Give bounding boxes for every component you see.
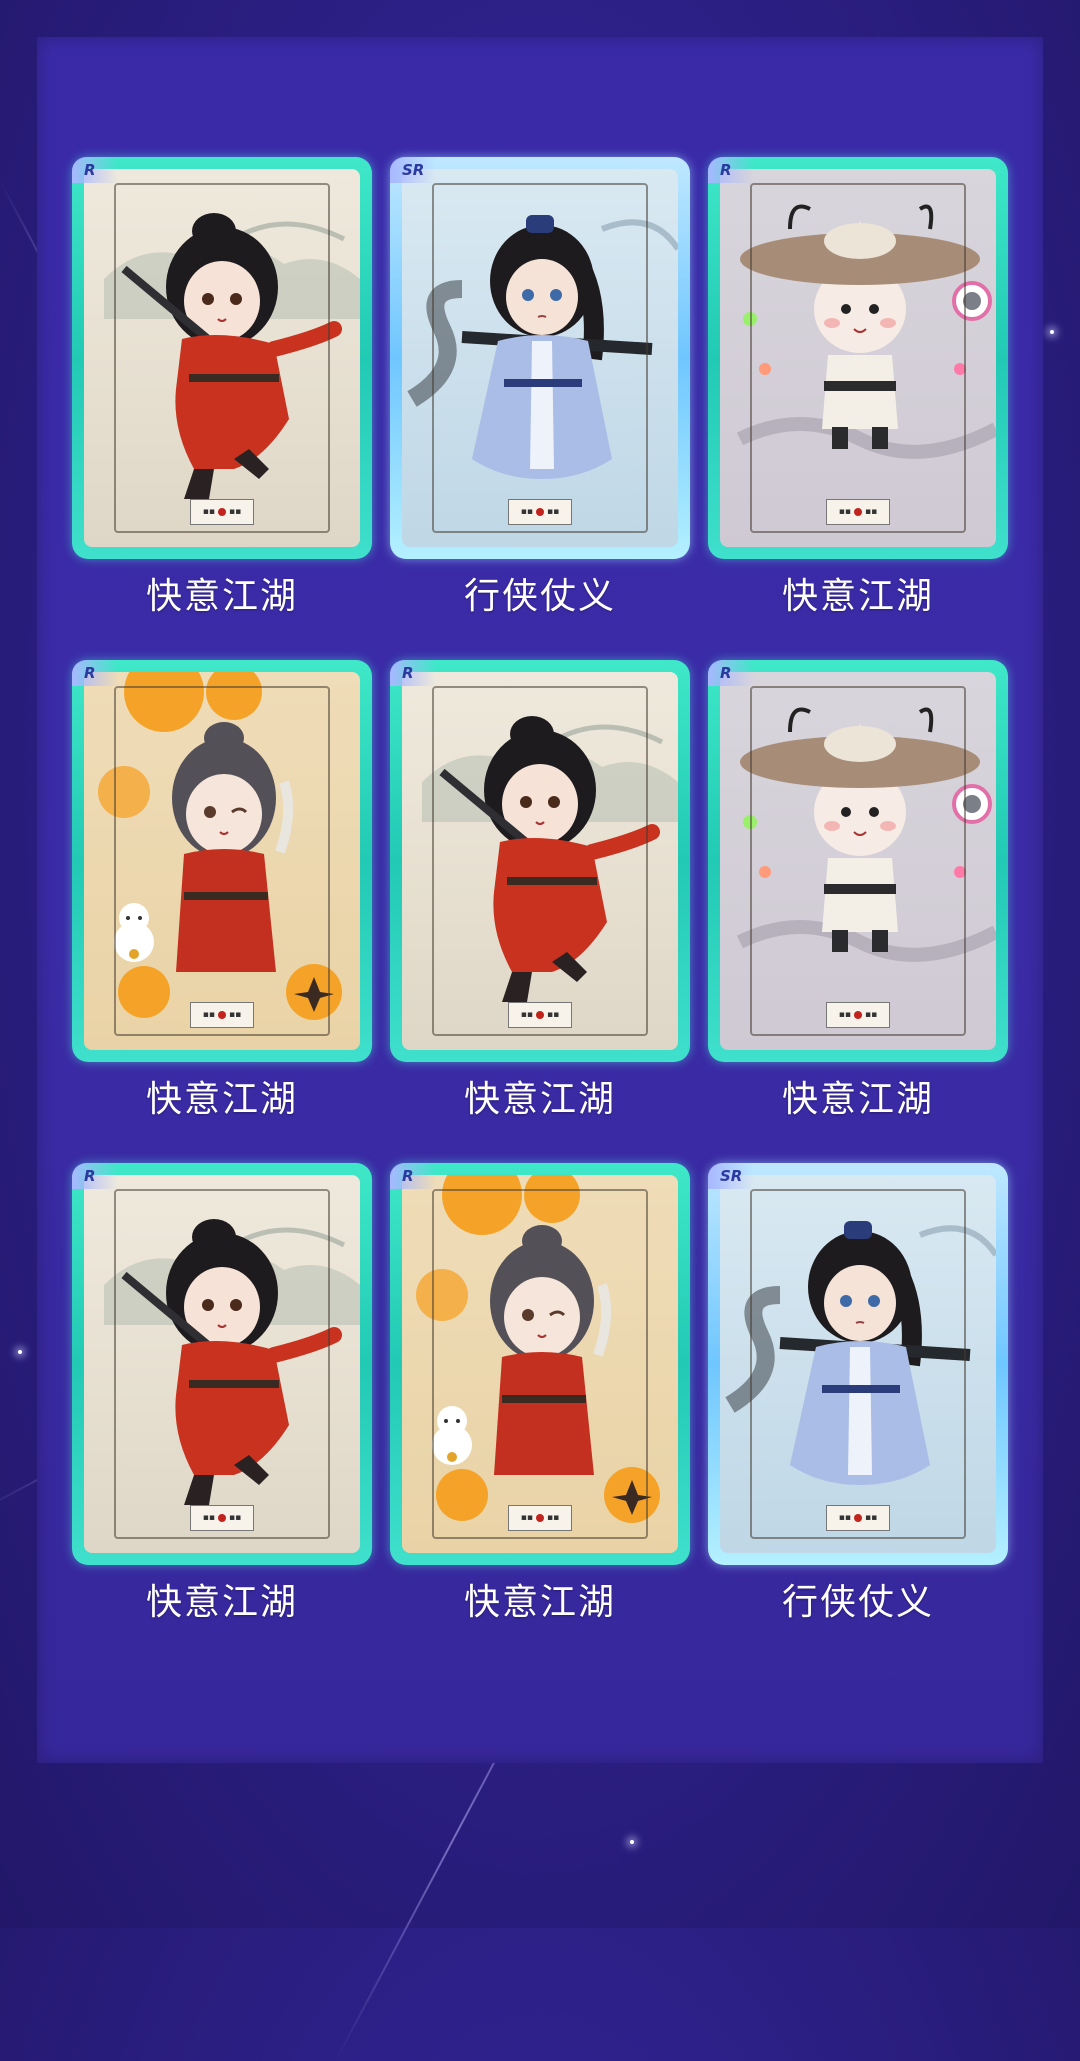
rarity-badge: R bbox=[390, 660, 436, 686]
card-title: 快意江湖 bbox=[463, 1079, 616, 1120]
card-title: 快意江湖 bbox=[463, 1582, 616, 1623]
brand-seal: ▪▪ ▪▪ bbox=[190, 1505, 254, 1531]
rarity-badge: R bbox=[708, 157, 754, 183]
card-cell: R ▪▪ ▪▪ 快意江湖 bbox=[72, 1163, 372, 1627]
footer-watermark bbox=[270, 1818, 790, 1848]
card-grid: R ▪▪ ▪▪ 快意江湖 SR ▪▪ ▪▪ 行侠仗义 R ▪▪ ▪▪ 快意江湖 … bbox=[72, 157, 1008, 1627]
card-cell: SR ▪▪ ▪▪ 行侠仗义 bbox=[708, 1163, 1008, 1627]
card-cell: R ▪▪ ▪▪ 快意江湖 bbox=[390, 1163, 690, 1627]
brand-seal: ▪▪ ▪▪ bbox=[826, 1505, 890, 1531]
card-title: 行侠仗义 bbox=[781, 1582, 934, 1623]
card-artwork: ▪▪ ▪▪ bbox=[720, 1175, 996, 1553]
card-cell: R ▪▪ ▪▪ 快意江湖 bbox=[72, 157, 372, 621]
character-card[interactable]: R ▪▪ ▪▪ bbox=[72, 660, 372, 1062]
rarity-badge: R bbox=[708, 660, 754, 686]
card-artwork: ▪▪ ▪▪ bbox=[720, 169, 996, 547]
card-artwork: ▪▪ ▪▪ bbox=[402, 169, 678, 547]
rarity-badge: SR bbox=[708, 1163, 754, 1189]
card-artwork: ▪▪ ▪▪ bbox=[720, 672, 996, 1050]
brand-seal: ▪▪ ▪▪ bbox=[826, 499, 890, 525]
card-artwork: ▪▪ ▪▪ bbox=[84, 1175, 360, 1553]
card-title: 快意江湖 bbox=[781, 1079, 934, 1120]
card-inner-frame bbox=[432, 1189, 648, 1539]
brand-seal: ▪▪ ▪▪ bbox=[508, 1002, 572, 1028]
card-inner-frame bbox=[750, 1189, 966, 1539]
card-title: 快意江湖 bbox=[145, 576, 298, 617]
character-card[interactable]: R ▪▪ ▪▪ bbox=[390, 1163, 690, 1565]
character-card[interactable]: SR ▪▪ ▪▪ bbox=[708, 1163, 1008, 1565]
card-inner-frame bbox=[750, 183, 966, 533]
card-inner-frame bbox=[114, 686, 330, 1036]
brand-seal: ▪▪ ▪▪ bbox=[826, 1002, 890, 1028]
brand-seal: ▪▪ ▪▪ bbox=[508, 499, 572, 525]
card-cell: R ▪▪ ▪▪ 快意江湖 bbox=[72, 660, 372, 1124]
rarity-badge: R bbox=[72, 660, 118, 686]
rarity-badge: R bbox=[72, 157, 118, 183]
card-cell: SR ▪▪ ▪▪ 行侠仗义 bbox=[390, 157, 690, 621]
character-card[interactable]: R ▪▪ ▪▪ bbox=[708, 157, 1008, 559]
character-card[interactable]: R ▪▪ ▪▪ bbox=[72, 1163, 372, 1565]
brand-seal: ▪▪ ▪▪ bbox=[190, 1002, 254, 1028]
character-card[interactable]: R ▪▪ ▪▪ bbox=[708, 660, 1008, 1062]
card-cell: R ▪▪ ▪▪ 快意江湖 bbox=[708, 157, 1008, 621]
sparkle bbox=[1050, 330, 1054, 334]
brand-seal: ▪▪ ▪▪ bbox=[508, 1505, 572, 1531]
card-title: 快意江湖 bbox=[781, 576, 934, 617]
rarity-badge: R bbox=[72, 1163, 118, 1189]
character-card[interactable]: SR ▪▪ ▪▪ bbox=[390, 157, 690, 559]
card-artwork: ▪▪ ▪▪ bbox=[84, 169, 360, 547]
card-artwork: ▪▪ ▪▪ bbox=[402, 672, 678, 1050]
rarity-badge: R bbox=[390, 1163, 436, 1189]
card-title: 快意江湖 bbox=[145, 1079, 298, 1120]
brand-seal: ▪▪ ▪▪ bbox=[190, 499, 254, 525]
card-inner-frame bbox=[114, 1189, 330, 1539]
sparkle bbox=[18, 1350, 22, 1354]
card-artwork: ▪▪ ▪▪ bbox=[402, 1175, 678, 1553]
card-cell: R ▪▪ ▪▪ 快意江湖 bbox=[390, 660, 690, 1124]
card-inner-frame bbox=[432, 183, 648, 533]
card-title: 快意江湖 bbox=[145, 1582, 298, 1623]
card-title: 行侠仗义 bbox=[463, 576, 616, 617]
card-inner-frame bbox=[114, 183, 330, 533]
rarity-badge: SR bbox=[390, 157, 436, 183]
card-inner-frame bbox=[432, 686, 648, 1036]
character-card[interactable]: R ▪▪ ▪▪ bbox=[390, 660, 690, 1062]
card-cell: R ▪▪ ▪▪ 快意江湖 bbox=[708, 660, 1008, 1124]
card-artwork: ▪▪ ▪▪ bbox=[84, 672, 360, 1050]
character-card[interactable]: R ▪▪ ▪▪ bbox=[72, 157, 372, 559]
card-inner-frame bbox=[750, 686, 966, 1036]
